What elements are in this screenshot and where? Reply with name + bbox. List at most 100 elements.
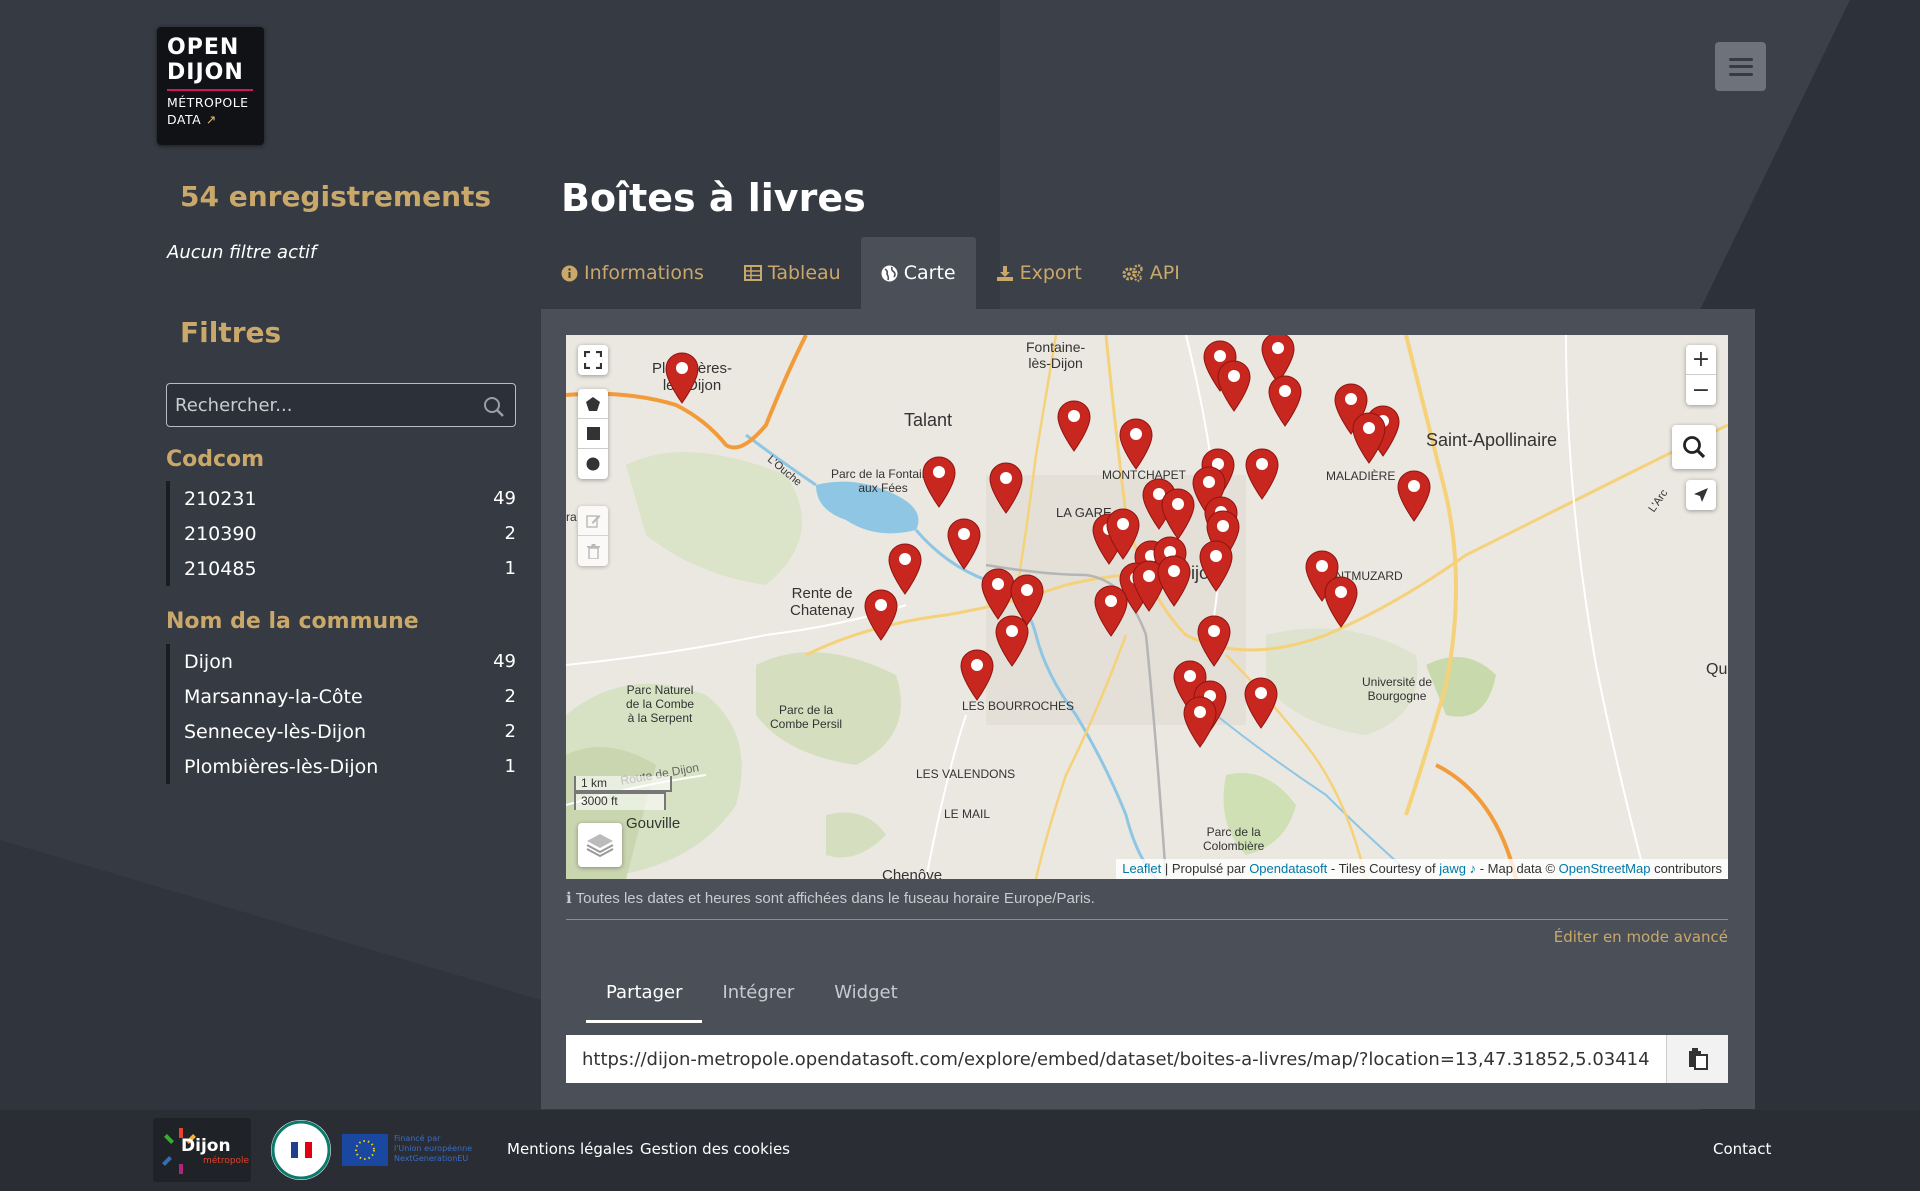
logo-separator [167, 89, 253, 91]
share-tab-integrer[interactable]: Intégrer [702, 968, 814, 1023]
book-box-marker[interactable] [1397, 470, 1431, 522]
edit-advanced-link[interactable]: Éditer en mode avancé [1554, 928, 1728, 946]
filter-search-box [166, 383, 516, 427]
book-box-marker[interactable] [1183, 696, 1217, 748]
book-box-marker[interactable] [1197, 615, 1231, 667]
legal-notice-link[interactable]: Mentions légales [507, 1140, 633, 1158]
jawg-link[interactable]: jawg [1439, 861, 1466, 876]
cogs-icon [1122, 264, 1143, 282]
book-box-marker[interactable] [1261, 335, 1295, 384]
book-box-marker[interactable] [1244, 677, 1278, 729]
facet-item-210231[interactable]: 210231 49 [170, 481, 516, 516]
zoom-in-button[interactable]: + [1686, 345, 1716, 375]
book-box-marker[interactable] [1199, 540, 1233, 592]
delete-layers-button[interactable] [578, 536, 608, 566]
zoom-control: + − [1686, 345, 1716, 405]
opendatasoft-link[interactable]: Opendatasoft [1249, 861, 1327, 876]
book-box-marker[interactable] [981, 568, 1015, 620]
draw-rectangle-button[interactable] [578, 419, 608, 449]
tab-export[interactable]: Export [976, 237, 1102, 309]
book-box-marker[interactable] [1157, 555, 1191, 607]
book-box-marker[interactable] [1161, 488, 1195, 540]
facet-item-210485[interactable]: 210485 1 [170, 551, 516, 586]
eu-nextgen-logo: Financé par l'Union européenne NextGener… [342, 1134, 484, 1168]
facet-label: 210485 [184, 557, 257, 580]
records-count: 54 enregistrements [180, 180, 492, 213]
filters-title: Filtres [180, 316, 282, 349]
facet-item-plombieres[interactable]: Plombières-lès-Dijon 1 [170, 749, 516, 784]
book-box-marker[interactable] [989, 462, 1023, 514]
book-box-marker[interactable] [1217, 360, 1251, 412]
book-box-marker[interactable] [1352, 412, 1386, 464]
map-attribution: Leaflet | Propulsé par Opendatasoft - Ti… [1116, 859, 1728, 879]
draw-polygon-button[interactable] [578, 389, 608, 419]
fullscreen-button[interactable] [578, 345, 608, 375]
location-arrow-icon [1694, 488, 1708, 502]
clipboard-icon [1688, 1048, 1708, 1070]
facet-label: Plombières-lès-Dijon [184, 755, 379, 778]
book-box-marker[interactable] [665, 352, 699, 404]
facet-count: 49 [493, 488, 516, 509]
edit-layers-button[interactable] [578, 506, 608, 536]
book-box-marker[interactable] [960, 649, 994, 701]
hamburger-menu-button[interactable] [1715, 42, 1766, 91]
facet-item-210390[interactable]: 210390 2 [170, 516, 516, 551]
zoom-out-button[interactable]: − [1686, 375, 1716, 405]
tab-api[interactable]: API [1102, 237, 1200, 309]
facet-item-dijon[interactable]: Dijon 49 [170, 644, 516, 679]
cookies-link[interactable]: Gestion des cookies [640, 1140, 790, 1158]
tab-label: Informations [584, 262, 704, 284]
tab-carte[interactable]: Carte [860, 237, 976, 309]
locate-button[interactable] [1686, 480, 1716, 510]
tab-informations[interactable]: Informations [541, 237, 724, 309]
tab-tableau[interactable]: Tableau [724, 237, 861, 309]
copy-url-button[interactable] [1666, 1035, 1728, 1083]
leaflet-link[interactable]: Leaflet [1122, 861, 1161, 876]
book-box-marker[interactable] [1245, 448, 1279, 500]
share-tab-widget[interactable]: Widget [814, 968, 917, 1023]
book-box-marker[interactable] [1057, 400, 1091, 452]
logo-line-metropole: MÉTROPOLE [167, 95, 249, 110]
logo-data-text: DATA [167, 112, 202, 127]
contact-link[interactable]: Contact [1713, 1140, 1771, 1158]
share-url-input[interactable] [566, 1035, 1666, 1083]
footer: Dijon métropole Financé par l'Union euro… [0, 1110, 1920, 1191]
facet-count: 1 [504, 558, 516, 579]
dijon-metropole-logo[interactable]: Dijon métropole [153, 1118, 251, 1182]
book-box-marker[interactable] [864, 589, 898, 641]
book-box-marker[interactable] [1094, 585, 1128, 637]
book-box-marker[interactable] [888, 543, 922, 595]
map-view[interactable]: Plombières- lès-Dijon Fontaine- lès-Dijo… [566, 335, 1728, 879]
filter-search-input[interactable] [167, 384, 515, 426]
draw-circle-button[interactable] [578, 449, 608, 479]
search-icon[interactable] [483, 396, 505, 418]
map-panel: Plombières- lès-Dijon Fontaine- lès-Dijo… [541, 309, 1755, 1109]
facet-label: 210231 [184, 487, 257, 510]
facet-label: Marsannay-la-Côte [184, 685, 363, 708]
open-dijon-logo[interactable]: OPEN DIJON MÉTROPOLE DATA ↗ [157, 27, 264, 145]
book-box-marker[interactable] [1119, 418, 1153, 470]
facet-item-marsannay[interactable]: Marsannay-la-Côte 2 [170, 679, 516, 714]
download-icon [996, 265, 1013, 281]
share-tab-partager[interactable]: Partager [586, 968, 703, 1023]
osm-link[interactable]: OpenStreetMap [1559, 861, 1651, 876]
book-box-marker[interactable] [1324, 576, 1358, 628]
book-box-marker[interactable] [1268, 375, 1302, 427]
facet-title-codcom: Codcom [166, 447, 265, 472]
book-box-marker[interactable] [947, 518, 981, 570]
book-box-marker[interactable] [995, 615, 1029, 667]
polygon-icon [586, 396, 600, 411]
facet-count: 2 [504, 686, 516, 707]
facet-item-sennecey[interactable]: Sennecey-lès-Dijon 2 [170, 714, 516, 749]
facet-count: 2 [504, 523, 516, 544]
info-icon: ℹ [566, 890, 576, 907]
book-box-marker[interactable] [922, 456, 956, 508]
layers-button[interactable] [578, 823, 622, 867]
facet-label: Dijon [184, 650, 233, 673]
dataset-tabs: Informations Tableau Carte Export API [541, 237, 1200, 309]
timezone-note: ℹ Toutes les dates et heures sont affich… [566, 889, 1095, 907]
share-tabs: Partager Intégrer Widget [586, 968, 918, 1023]
dataset-title: Boîtes à livres [561, 176, 866, 220]
expand-icon [584, 351, 602, 369]
map-search-button[interactable] [1672, 425, 1716, 469]
